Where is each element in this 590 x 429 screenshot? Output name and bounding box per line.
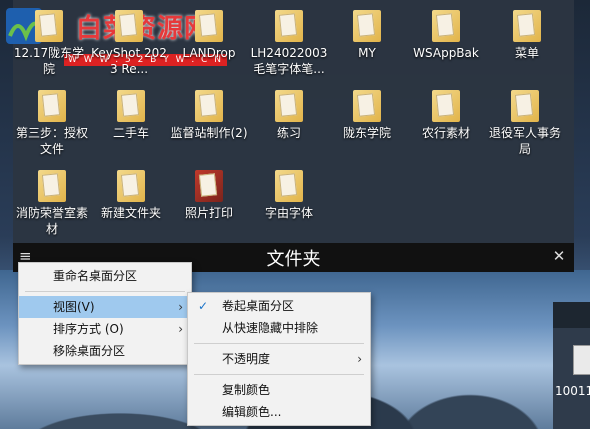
folder-icon-item[interactable]: 12.17陇东学院 — [9, 10, 89, 77]
folder-icon — [513, 10, 541, 42]
folder-icon-item[interactable]: 消防荣誉室素材 — [12, 170, 92, 237]
folder-label: 菜单 — [514, 46, 539, 60]
folder-icon-item[interactable]: 陇东学院 — [327, 90, 407, 141]
chevron-right-icon: › — [178, 300, 183, 314]
menu-item-label: 编辑颜色... — [222, 405, 282, 419]
folder-icon — [117, 170, 145, 202]
folder-icon — [115, 10, 143, 42]
folder-icon — [38, 170, 66, 202]
menu-item-label: 不透明度 — [222, 352, 271, 366]
folder-label: 字由字体 — [264, 206, 313, 220]
folder-icon-item[interactable]: LH24022003 毛笔字体笔... — [249, 10, 329, 77]
folder-label: 消防荣誉室素材 — [15, 206, 88, 236]
menu-item-edit-color[interactable]: 编辑颜色... — [188, 401, 370, 423]
chevron-right-icon: › — [178, 322, 183, 336]
folder-icon — [511, 90, 539, 122]
folder-label: 陇东学院 — [342, 126, 391, 140]
menu-item-sort[interactable]: 排序方式 (O) › — [19, 318, 191, 340]
folder-icon — [275, 10, 303, 42]
menu-separator — [194, 343, 364, 344]
folder-icon — [432, 10, 460, 42]
menu-item-label: 移除桌面分区 — [53, 344, 126, 358]
folder-icon — [117, 90, 145, 122]
folder-label: KeyShot 2023 Re... — [91, 46, 167, 76]
folder-icon-item[interactable]: 第三步：授权文件 — [12, 90, 92, 157]
folder-icon-item[interactable]: 菜单 — [487, 10, 567, 61]
folder-icon — [38, 90, 66, 122]
folder-icon-item[interactable]: 二手车 — [91, 90, 171, 141]
menu-item-rename-fence[interactable]: 重命名桌面分区 — [19, 265, 191, 287]
folder-label: 照片打印 — [184, 206, 233, 220]
view-submenu: ✓ 卷起桌面分区 从快速隐藏中排除 不透明度 › 复制颜色 编辑颜色... — [187, 292, 371, 426]
folder-icon — [35, 10, 63, 42]
folder-label: 退役军人事务局 — [488, 126, 561, 156]
second-fence-title-bar[interactable] — [553, 302, 590, 328]
folder-icon-item[interactable]: KeyShot 2023 Re... — [89, 10, 169, 77]
folder-label: 监督站制作(2) — [170, 126, 248, 140]
menu-item-label: 视图(V) — [53, 300, 95, 314]
menu-item-opacity[interactable]: 不透明度 › — [188, 348, 370, 370]
folder-label: 新建文件夹 — [100, 206, 161, 220]
menu-item-label: 卷起桌面分区 — [222, 299, 295, 313]
folder-icon — [195, 170, 223, 202]
folder-icon-item[interactable]: 退役军人事务局 — [485, 90, 565, 157]
folder-label: MY — [358, 46, 376, 60]
close-icon[interactable]: ✕ — [552, 248, 566, 264]
menu-separator — [194, 374, 364, 375]
menu-item-view[interactable]: 视图(V) › — [19, 296, 191, 318]
menu-item-remove-fence[interactable]: 移除桌面分区 — [19, 340, 191, 362]
menu-item-copy-color[interactable]: 复制颜色 — [188, 379, 370, 401]
folder-icon-item[interactable]: 照片打印 — [169, 170, 249, 221]
folder-icon — [353, 90, 381, 122]
folder-label: 第三步：授权文件 — [15, 126, 88, 156]
menu-item-label: 复制颜色 — [222, 383, 271, 397]
folder-icon-item[interactable]: 农行素材 — [406, 90, 486, 141]
menu-item-label: 排序方式 (O) — [53, 322, 124, 336]
folder-icon-item[interactable]: 新建文件夹 — [91, 170, 171, 221]
menu-separator — [25, 291, 185, 292]
folder-icon — [275, 90, 303, 122]
fence-context-menu: 重命名桌面分区 视图(V) › 排序方式 (O) › 移除桌面分区 — [18, 262, 192, 365]
check-icon: ✓ — [198, 299, 209, 313]
folder-icon — [195, 10, 223, 42]
folder-icon-item[interactable]: 练习 — [249, 90, 329, 141]
menu-item-label: 从快速隐藏中排除 — [222, 321, 319, 335]
file-icon[interactable] — [573, 345, 590, 375]
menu-item-label: 重命名桌面分区 — [53, 269, 138, 283]
folder-label: 农行素材 — [421, 126, 470, 140]
folder-label: LH24022003 毛笔字体笔... — [250, 46, 328, 76]
folder-label: 12.17陇东学院 — [13, 46, 85, 76]
folder-icon-item[interactable]: MY — [327, 10, 407, 61]
menu-item-rollup-fence[interactable]: ✓ 卷起桌面分区 — [188, 295, 370, 317]
folder-icon — [195, 90, 223, 122]
chevron-right-icon: › — [357, 352, 362, 366]
folder-icon-item[interactable]: 字由字体 — [249, 170, 329, 221]
folder-icon-item[interactable]: 监督站制作(2) — [169, 90, 249, 141]
folder-label: LANDrop — [182, 46, 236, 60]
folder-icon — [275, 170, 303, 202]
menu-item-exclude-quick-hide[interactable]: 从快速隐藏中排除 — [188, 317, 370, 339]
folder-label: WSAppBak — [413, 46, 479, 60]
folder-label: 练习 — [276, 126, 301, 140]
folder-label: 二手车 — [112, 126, 149, 140]
file-label: 10011 — [555, 384, 590, 398]
folder-icon-item[interactable]: WSAppBak — [406, 10, 486, 61]
second-fence — [553, 302, 590, 429]
folder-icon-item[interactable]: LANDrop — [169, 10, 249, 61]
folder-icon — [432, 90, 460, 122]
folder-icon — [353, 10, 381, 42]
